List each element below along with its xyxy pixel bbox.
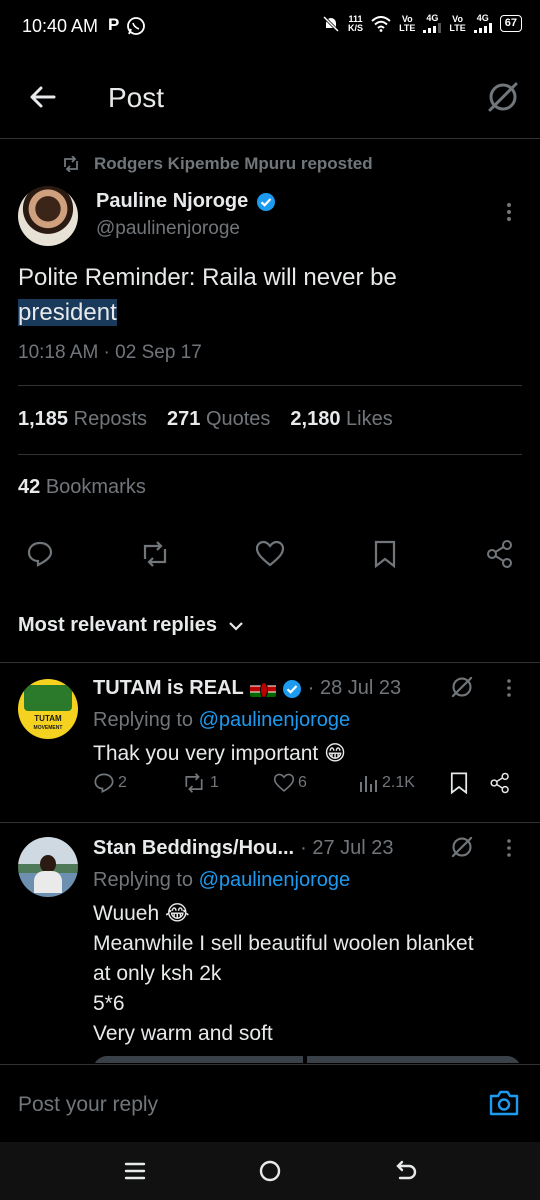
more-options-icon[interactable] [502,837,516,859]
author-avatar[interactable] [18,186,78,246]
back-nav-icon[interactable] [394,1159,418,1183]
chevron-down-icon [227,620,245,632]
reply-author-name[interactable]: TUTAM is REAL [93,677,244,700]
divider [18,454,522,455]
verified-badge-icon [256,192,276,212]
like-button[interactable] [250,536,290,572]
repost-icon [62,156,80,172]
author-handle[interactable]: @paulinenjoroge [96,218,240,240]
app-header: Post [0,60,540,139]
reply-avatar[interactable]: TUTAM MOVEMENT [18,679,78,739]
reply-avatar[interactable] [18,837,78,897]
reply-item[interactable]: TUTAM MOVEMENT TUTAM is REAL · 28 Jul 23… [0,663,540,823]
back-arrow-icon[interactable] [28,82,58,112]
post-text-highlight: president [18,299,117,326]
replies-sort-label: Most relevant replies [18,614,217,636]
reply-text: Wuueh 😂 Meanwhile I sell beautiful woole… [93,899,533,1049]
bookmarks-stat[interactable]: 42 Bookmarks [18,476,146,499]
reply-author-name[interactable]: Stan Beddings/Hou... [93,837,294,860]
post-action-bar [20,536,520,572]
views-count: 2.1K [382,774,415,791]
reply-text-line: Meanwhile I sell beautiful woolen blanke… [93,932,474,955]
grok-icon[interactable] [486,80,520,114]
reply-count: 2 [118,774,127,791]
reposted-by-text[interactable]: Rodgers Kipembe Mpuru reposted [94,154,373,174]
reply-item[interactable]: Stan Beddings/Hou... · 27 Jul 23 Replyin… [0,823,540,1063]
app-notification-icon: P [108,15,120,34]
reply-button[interactable] [20,536,60,572]
reply-share-button[interactable] [489,772,511,794]
repost-button[interactable] [135,536,175,572]
replies-sort-dropdown[interactable]: Most relevant replies [18,614,245,637]
avatar-text: MOVEMENT [33,725,63,731]
reply-bookmark-button[interactable] [449,771,469,795]
status-icons: 111 K/S Vo LTE 4G Vo LTE 4G 67 [322,14,522,33]
replying-to: Replying to @paulinenjoroge [93,709,351,731]
reply-text-line: at only ksh 2k [93,962,222,985]
reposts-stat[interactable]: 1,185 Reposts [18,408,147,431]
reply-text-line: Very warm and soft [93,1022,273,1045]
post-stats: 1,185 Reposts 271 Quotes 2,180 Likes [18,408,393,431]
verified-badge-icon [282,679,302,699]
reply-date: · 28 Jul 23 [307,677,402,699]
page-title: Post [108,82,165,113]
net-speed-unit: K/S [348,22,364,33]
divider [18,385,522,386]
like-count: 6 [298,774,307,791]
sim1-signal: 4G [423,14,442,33]
sim2-signal: 4G [473,14,492,33]
system-nav-bar [0,1142,540,1200]
sim2-label: Vo LTE [449,13,466,33]
battery-indicator: 67 [499,15,522,32]
reply-like-button[interactable]: 6 [273,773,307,793]
likes-stat[interactable]: 2,180 Likes [290,408,392,431]
camera-icon[interactable] [488,1089,520,1117]
status-time: 10:40 AM [22,16,99,36]
post-text-main: Polite Reminder: Raila will never be [18,264,397,291]
author-name-row[interactable]: Pauline Njoroge [96,190,276,213]
bookmark-button[interactable] [365,536,405,572]
replying-to-handle[interactable]: @paulinenjoroge [199,869,351,891]
recents-menu-icon[interactable] [124,1160,146,1182]
reply-comment-button[interactable]: 2 [93,772,127,794]
status-bar: 10:40 AM P 111 K/S Vo LTE 4G Vo LTE 4G 67 [0,0,540,56]
reply-media[interactable] [93,1056,521,1063]
grok-icon[interactable] [450,675,474,699]
repost-count: 1 [210,774,219,791]
reply-composer[interactable]: Post your reply [0,1064,540,1143]
quotes-stat[interactable]: 271 Quotes [167,408,270,431]
post-timestamp: 10:18 AM · 02 Sep 17 [18,342,202,363]
reply-views-button[interactable]: 2.1K [359,774,415,792]
home-icon[interactable] [258,1159,282,1183]
more-options-icon[interactable] [502,677,516,699]
reply-date: · 27 Jul 23 [300,837,394,859]
wifi-icon [371,15,391,32]
replying-to-handle[interactable]: @paulinenjoroge [199,709,351,731]
reposted-by-line: Rodgers Kipembe Mpuru reposted [62,154,373,174]
mute-icon [322,15,340,33]
network-speed: 111 K/S [348,14,364,33]
whatsapp-icon [126,16,146,36]
reply-text-line: 5*6 [93,992,125,1015]
reply-author-row: TUTAM is REAL · 28 Jul 23 [93,677,401,700]
reply-text-line: Wuueh 😂 [93,902,190,925]
post-text: Polite Reminder: Raila will never be pre… [18,260,518,330]
avatar-text: TUTAM [34,714,62,723]
grok-icon[interactable] [450,835,474,859]
share-button[interactable] [480,536,520,572]
reply-author-row: Stan Beddings/Hou... · 27 Jul 23 [93,837,394,860]
author-name[interactable]: Pauline Njoroge [96,190,248,213]
more-options-icon[interactable] [500,200,518,224]
reply-repost-button[interactable]: 1 [181,773,219,793]
kenya-flag-icon [249,680,276,698]
sim1-label: Vo LTE [399,13,416,33]
reply-input[interactable]: Post your reply [18,1093,158,1117]
replying-to: Replying to @paulinenjoroge [93,869,351,891]
reply-text: Thak you very important 😁 [93,742,346,765]
